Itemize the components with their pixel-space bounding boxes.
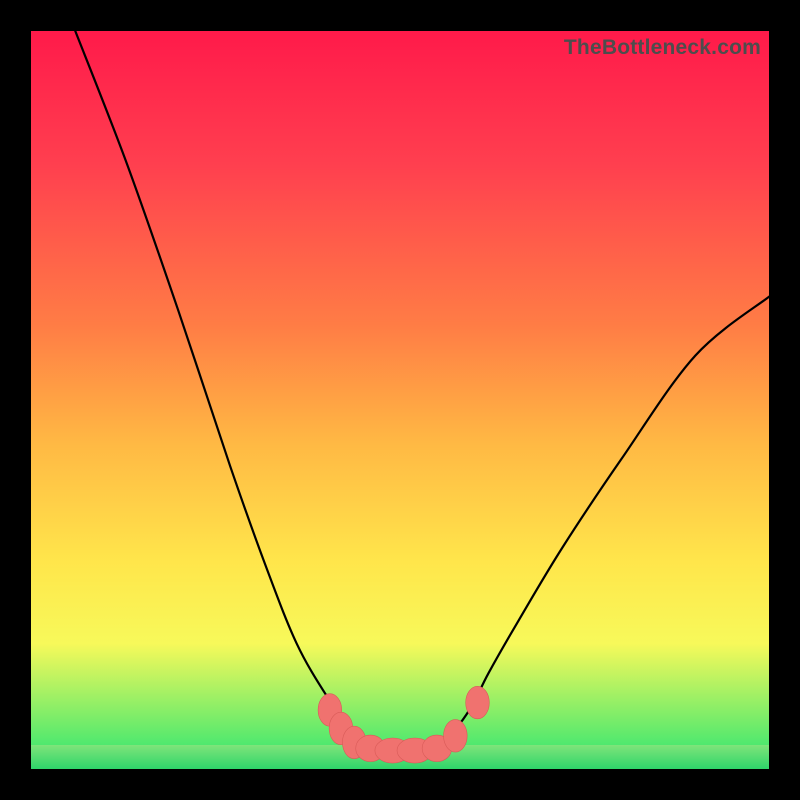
bottleneck-curve (75, 31, 769, 747)
chart-frame: TheBottleneck.com (0, 0, 800, 800)
plot-area: TheBottleneck.com (31, 31, 769, 769)
watermark-text: TheBottleneck.com (564, 36, 761, 60)
curve-marker (466, 686, 490, 718)
curve-marker (444, 720, 468, 752)
bottleneck-curve-svg (31, 31, 769, 769)
curve-markers (318, 686, 489, 763)
